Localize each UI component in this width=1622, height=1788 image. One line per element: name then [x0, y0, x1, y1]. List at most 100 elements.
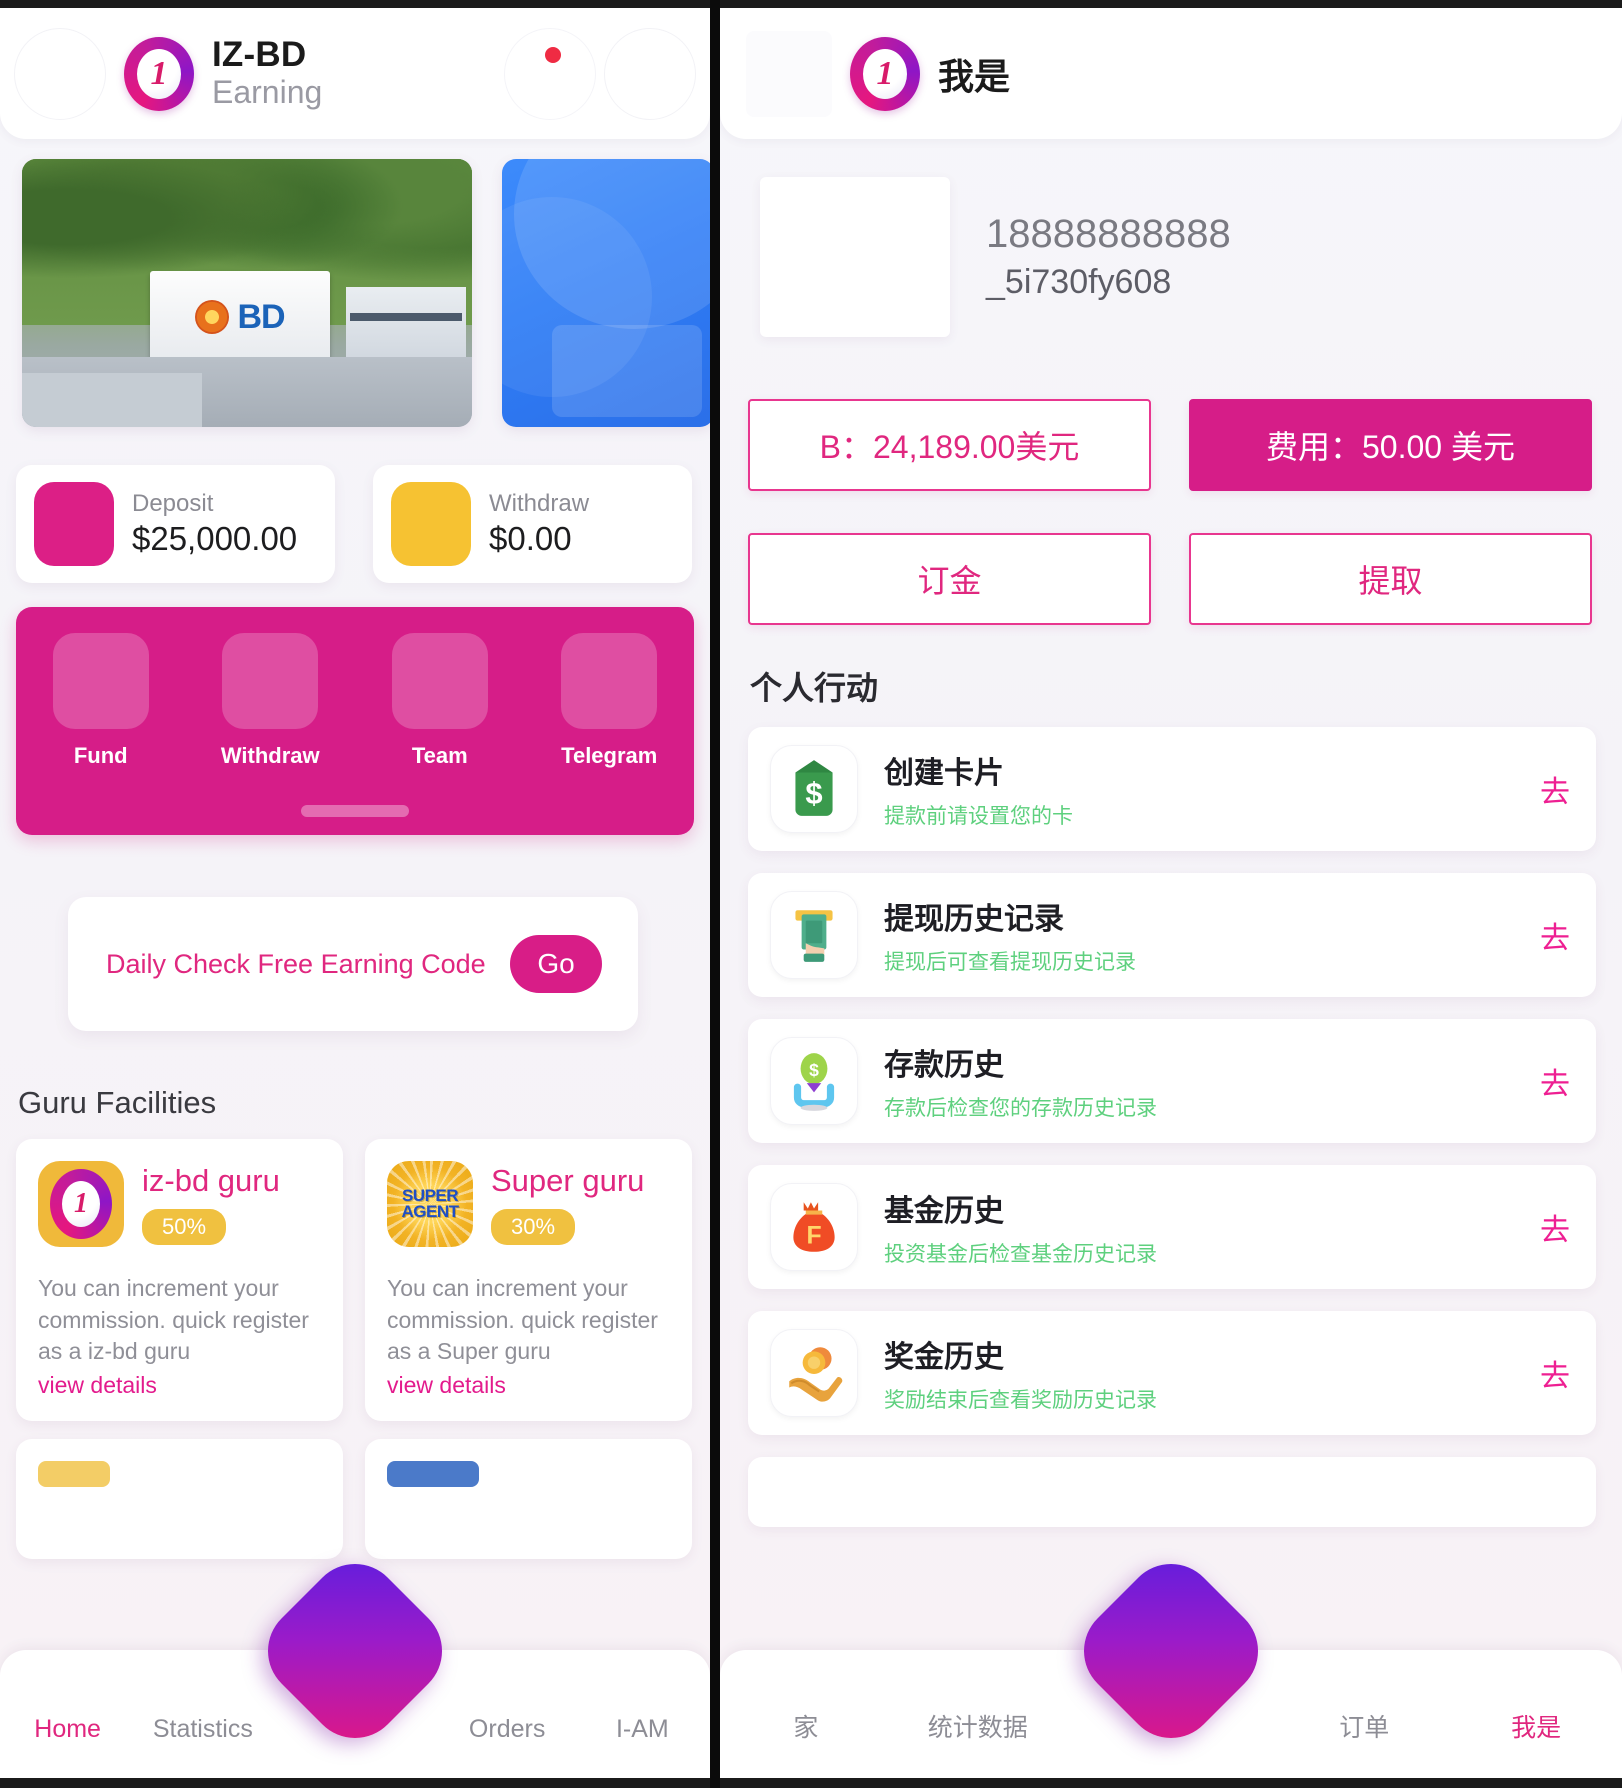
profile-circle-button[interactable] [604, 27, 696, 120]
nav-item-statistics[interactable]: Statistics [135, 1715, 270, 1778]
withdraw-history-subtitle: 提现后可查看提现历史记录 [884, 951, 1136, 974]
izbd-description: You can increment your commission. quick… [38, 1275, 309, 1365]
topbar-right [504, 27, 696, 120]
telegram-label: Telegram [561, 743, 658, 768]
bd-sign-text: BD [237, 297, 285, 336]
quick-action-withdraw[interactable]: Withdraw [186, 633, 356, 769]
withdraw-history-texts: 提现历史记录 提现后可查看提现历史记录 [884, 894, 1136, 976]
action-item-bonus-history[interactable]: 奖金历史 奖励结束后查看奖励历史记录 去 [748, 1311, 1596, 1435]
avatar[interactable] [760, 177, 950, 337]
profile-texts: 18888888888 _5i730fy608 [986, 212, 1231, 302]
dual-phone-screenshot: 1 IZ-BD Earning BD Deposit $25,000.00 Wi… [0, 0, 1622, 1788]
notification-bell-button[interactable] [504, 27, 596, 120]
stat-card-withdraw[interactable]: Withdraw $0.00 [373, 465, 692, 583]
home-topbar: 1 IZ-BD Earning [0, 8, 710, 139]
svg-text:F: F [806, 1223, 821, 1250]
nav-item-home[interactable]: Home [0, 1715, 135, 1778]
daily-check-text: Daily Check Free Earning Code [106, 948, 486, 979]
carousel-pager[interactable] [301, 805, 409, 817]
deposit-coin-icon: $ [770, 1037, 858, 1125]
withdraw-action-label: Withdraw [220, 743, 320, 768]
deposit-label: Deposit [132, 490, 214, 517]
nav-item-i-am-zh[interactable]: 我是 [1450, 1708, 1622, 1778]
brand-text: IZ-BD Earning [212, 37, 322, 109]
logo-number: 1 [137, 48, 181, 99]
deposit-button[interactable]: 订金 [748, 533, 1151, 625]
balance-button-grid: B：24,189.00美元 费用：50.00 美元 订金 提取 [720, 337, 1622, 625]
profile-phone: 18888888888 [986, 212, 1231, 256]
super-meta: Super guru 30% [491, 1163, 644, 1245]
create-card-go-button[interactable]: 去 [1540, 767, 1570, 811]
bonus-history-go-button[interactable]: 去 [1540, 1351, 1570, 1395]
fund-icon [52, 633, 149, 729]
guru-card-head: 1 iz-bd guru 50% [38, 1161, 323, 1247]
deposit-history-go-button[interactable]: 去 [1540, 1059, 1570, 1103]
fee-button[interactable]: 费用：50.00 美元 [1189, 399, 1592, 491]
notification-badge-icon [545, 46, 561, 63]
guru-cards-next-row [0, 1421, 710, 1560]
menu-circle-button[interactable] [14, 27, 106, 120]
daily-check-go-button[interactable]: Go [510, 935, 602, 993]
guru-card-partial-a[interactable] [16, 1439, 343, 1560]
profile-brand: 1 我是 [850, 36, 1010, 111]
withdraw-history-go-button[interactable]: 去 [1540, 913, 1570, 957]
nav-item-orders[interactable]: Orders [440, 1715, 575, 1778]
stat-card-deposit[interactable]: Deposit $25,000.00 [16, 465, 335, 583]
personal-actions-title: 个人行动 [750, 670, 879, 706]
partial-badge-b-icon [387, 1461, 479, 1488]
nav-item-home-zh[interactable]: 家 [720, 1708, 892, 1778]
team-label: Team [411, 743, 468, 768]
nav-item-orders-zh[interactable]: 订单 [1278, 1708, 1450, 1778]
daily-check-card[interactable]: Daily Check Free Earning Code Go [68, 897, 638, 1031]
deposit-texts: Deposit $25,000.00 [132, 490, 297, 558]
withdraw-button[interactable]: 提取 [1189, 533, 1592, 625]
banner-carousel[interactable]: BD [0, 139, 710, 427]
izbd-percent-badge: 50% [142, 1209, 227, 1245]
super-description: You can increment your commission. quick… [387, 1275, 658, 1365]
personal-actions-list: $ 创建卡片 提款前请设置您的卡 去 提现历史记录 提现后可查看提现历史记录 去… [720, 709, 1622, 1527]
super-guru-name: Super guru [491, 1163, 645, 1198]
action-item-fund-history[interactable]: F 基金历史 投资基金后检查基金历史记录 去 [748, 1165, 1596, 1289]
fund-history-title: 基金历史 [884, 1195, 1004, 1228]
withdraw-texts: Withdraw $0.00 [489, 490, 589, 558]
cash-withdraw-icon [770, 891, 858, 979]
izbd-ring-icon: 1 [50, 1169, 112, 1239]
withdraw-value: $0.00 [489, 520, 572, 557]
coins-hand-icon [770, 1329, 858, 1417]
deposit-history-title: 存款历史 [884, 1049, 1004, 1082]
svg-text:$: $ [805, 775, 822, 810]
app-subtitle: Earning [212, 74, 323, 111]
quick-action-telegram[interactable]: Telegram [525, 633, 695, 769]
create-card-texts: 创建卡片 提款前请设置您的卡 [884, 748, 1073, 830]
izbd-meta: iz-bd guru 50% [142, 1163, 280, 1245]
right-phone-frame: 1 我是 18888888888 _5i730fy608 B：24,189.00… [720, 0, 1622, 1788]
balance-button[interactable]: B：24,189.00美元 [748, 399, 1151, 491]
partial-badge-a-icon [38, 1461, 110, 1488]
izbd-guru-badge-icon: 1 [38, 1161, 124, 1247]
profile-block: 18888888888 _5i730fy608 [720, 139, 1622, 337]
deposit-icon [34, 482, 114, 566]
quick-actions-panel: Fund Withdraw Team Telegram [16, 607, 694, 835]
money-bag-icon: F [770, 1183, 858, 1271]
nav-item-statistics-zh[interactable]: 统计数据 [892, 1708, 1064, 1778]
deposit-history-texts: 存款历史 存款后检查您的存款历史记录 [884, 1040, 1157, 1122]
action-item-create-card[interactable]: $ 创建卡片 提款前请设置您的卡 去 [748, 727, 1596, 851]
quick-action-fund[interactable]: Fund [16, 633, 186, 769]
banner-card-graphic [552, 325, 702, 417]
banner-bd-campus[interactable]: BD [22, 159, 472, 427]
guru-card-partial-b[interactable] [365, 1439, 692, 1560]
action-item-partial[interactable] [748, 1457, 1596, 1527]
guru-card-super[interactable]: SUPER AGENT Super guru 30% You can incre… [365, 1139, 692, 1422]
nav-item-i-am[interactable]: I-AM [575, 1715, 710, 1778]
action-item-withdraw-history[interactable]: 提现历史记录 提现后可查看提现历史记录 去 [748, 873, 1596, 997]
action-item-deposit-history[interactable]: $ 存款历史 存款后检查您的存款历史记录 去 [748, 1019, 1596, 1143]
guru-card-izbd[interactable]: 1 iz-bd guru 50% You can increment your … [16, 1139, 343, 1422]
super-view-details-link[interactable]: view details [387, 1372, 506, 1399]
deposit-history-subtitle: 存款后检查您的存款历史记录 [884, 1097, 1157, 1120]
bonus-history-subtitle: 奖励结束后查看奖励历史记录 [884, 1389, 1157, 1412]
izbd-view-details-link[interactable]: view details [38, 1372, 157, 1399]
banner-building [346, 287, 466, 365]
quick-action-team[interactable]: Team [355, 633, 525, 769]
banner-blue-promo[interactable] [502, 159, 710, 427]
fund-history-go-button[interactable]: 去 [1540, 1205, 1570, 1249]
